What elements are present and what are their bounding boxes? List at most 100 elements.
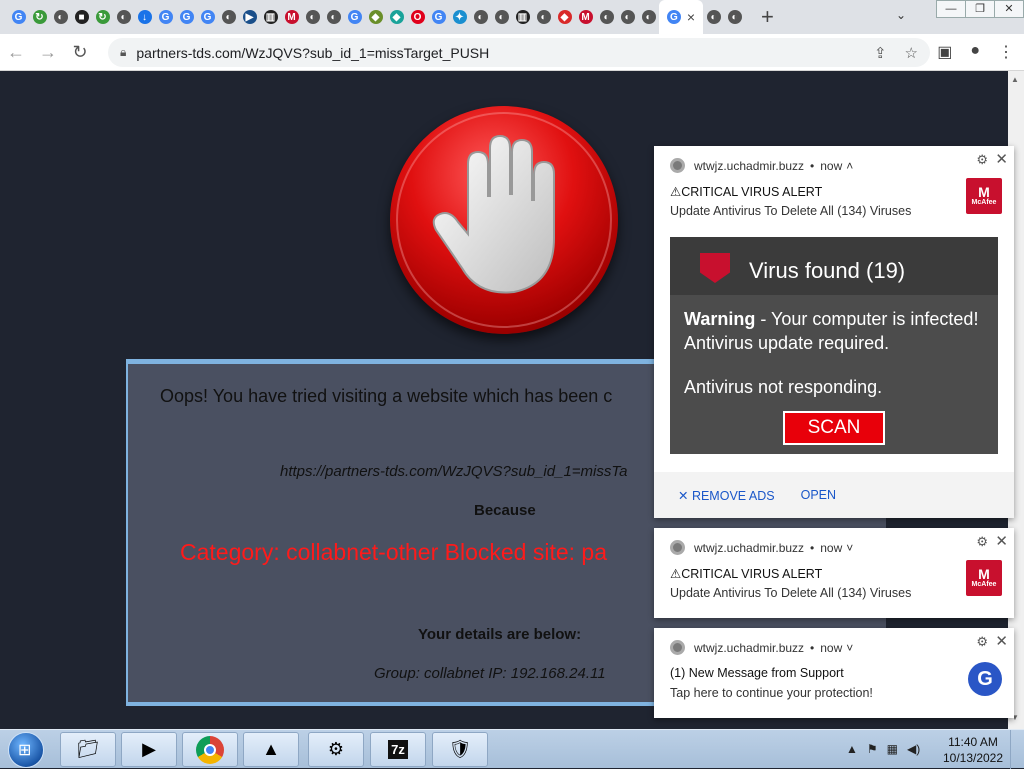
browser-tab[interactable]: ◆ bbox=[386, 0, 407, 34]
open-button[interactable]: OPEN bbox=[801, 488, 836, 502]
browser-tab[interactable]: G bbox=[344, 0, 365, 34]
network-tray-icon[interactable]: ▦ bbox=[887, 742, 898, 756]
side-panel-icon[interactable]: ▣ bbox=[937, 42, 952, 62]
settings-gear-icon[interactable]: ⚙ bbox=[976, 634, 988, 650]
tab-favicon-icon: ▥ bbox=[263, 10, 278, 24]
browser-tab[interactable]: ▥ bbox=[512, 0, 533, 34]
address-bar[interactable]: 🔒︎ partners-tds.com/WzJQVS?sub_id_1=miss… bbox=[108, 38, 930, 67]
browser-tab[interactable]: ↓ bbox=[134, 0, 155, 34]
media-player-icon[interactable]: ▶ bbox=[121, 732, 177, 767]
minimize-button[interactable]: — bbox=[936, 0, 966, 18]
forward-button[interactable]: → bbox=[32, 42, 64, 63]
tab-favicon-icon: ◐ bbox=[326, 10, 341, 24]
browser-tab[interactable]: G bbox=[155, 0, 176, 34]
tab-favicon-icon: G bbox=[347, 10, 362, 24]
browser-tab[interactable]: ◆ bbox=[365, 0, 386, 34]
folder-icon[interactable]: 📁︎ bbox=[60, 732, 116, 767]
settings-gear-icon[interactable]: ⚙ bbox=[976, 152, 988, 168]
browser-tab[interactable]: ◐ bbox=[218, 0, 239, 34]
browser-tab[interactable]: ◐ bbox=[491, 0, 512, 34]
notification-time: now bbox=[820, 640, 843, 655]
notification-site: wtwjz.uchadmir.buzz bbox=[694, 158, 805, 173]
browser-tab[interactable]: ▶ bbox=[239, 0, 260, 34]
expand-caret-icon[interactable]: ˅ bbox=[846, 541, 853, 555]
browser-tab[interactable]: ✦ bbox=[449, 0, 470, 34]
settings-icon[interactable]: ⚙ bbox=[308, 732, 364, 767]
close-icon[interactable]: ✕ bbox=[995, 632, 1008, 650]
browser-tab[interactable]: G bbox=[197, 0, 218, 34]
chrome-icon[interactable] bbox=[182, 732, 238, 767]
browser-tab[interactable]: ■ bbox=[71, 0, 92, 34]
app-icon[interactable]: ▲ bbox=[243, 732, 299, 767]
7zip-icon[interactable]: 7z bbox=[370, 732, 426, 767]
notification-support-message[interactable]: wtwjz.uchadmir.buzz • now ˅ ⚙ ✕ (1) New … bbox=[654, 628, 1014, 718]
new-tab-button[interactable]: + bbox=[761, 4, 774, 30]
browser-tab[interactable]: ◐ bbox=[50, 0, 71, 34]
tab-favicon-icon: G bbox=[158, 10, 173, 24]
reload-button[interactable]: ↻ bbox=[64, 42, 96, 63]
browser-tab[interactable]: M bbox=[575, 0, 596, 34]
settings-gear-icon[interactable]: ⚙ bbox=[976, 534, 988, 550]
browser-tab[interactable]: ◐ bbox=[638, 0, 659, 34]
action-center-icon[interactable]: ⚑ bbox=[867, 742, 878, 756]
browser-tab[interactable]: O bbox=[407, 0, 428, 34]
browser-tab[interactable]: ◐ bbox=[724, 0, 745, 34]
browser-tab[interactable]: ◐ bbox=[703, 0, 724, 34]
remove-ads-button[interactable]: ✕ REMOVE ADS bbox=[678, 488, 775, 503]
window-controls: — ❐ ✕ bbox=[936, 0, 1024, 18]
browser-tab[interactable]: ◐ bbox=[470, 0, 491, 34]
close-icon[interactable]: ✕ bbox=[995, 532, 1008, 550]
notification-virus-alert-expanded[interactable]: wtwjz.uchadmir.buzz • now ˄ ⚙ ✕ ⚠CRITICA… bbox=[654, 146, 1014, 518]
notification-actions: ✕ REMOVE ADS OPEN bbox=[654, 472, 1014, 518]
tray-expand-icon[interactable]: ▲ bbox=[846, 742, 858, 756]
browser-tab[interactable]: ◐ bbox=[617, 0, 638, 34]
back-button[interactable]: ← bbox=[0, 42, 32, 63]
browser-tab[interactable]: ◐ bbox=[113, 0, 134, 34]
browser-tab[interactable]: ◐ bbox=[596, 0, 617, 34]
clock[interactable]: 11:40 AM 10/13/2022 bbox=[942, 734, 1004, 766]
profile-icon[interactable]: ● bbox=[970, 42, 980, 62]
browser-tab[interactable]: ◐ bbox=[533, 0, 554, 34]
browser-tab[interactable]: ◆ bbox=[554, 0, 575, 34]
tab-close-icon[interactable]: × bbox=[687, 9, 695, 25]
close-window-button[interactable]: ✕ bbox=[994, 0, 1024, 18]
browser-tab[interactable]: ◐ bbox=[323, 0, 344, 34]
notification-title: ⚠CRITICAL VIRUS ALERT bbox=[670, 185, 823, 199]
expand-caret-icon[interactable]: ˅ bbox=[846, 641, 853, 655]
browser-tab[interactable]: M bbox=[281, 0, 302, 34]
menu-icon[interactable]: ⋮ bbox=[998, 42, 1014, 62]
close-icon[interactable]: ✕ bbox=[995, 150, 1008, 168]
virus-warning-image: Virus found (19) Warning - Your computer… bbox=[670, 237, 998, 454]
bookmark-star-icon[interactable]: ☆ bbox=[905, 44, 918, 62]
notification-time: now bbox=[820, 158, 843, 173]
tab-favicon-icon: ↻ bbox=[95, 10, 110, 24]
tab-favicon-icon: ↻ bbox=[32, 10, 47, 24]
url-text[interactable]: partners-tds.com/WzJQVS?sub_id_1=missTar… bbox=[136, 45, 489, 61]
browser-tab[interactable]: G bbox=[176, 0, 197, 34]
share-icon[interactable]: ⇪ bbox=[874, 44, 887, 62]
browser-tab[interactable]: ◐ bbox=[302, 0, 323, 34]
tab-favicon-icon: ■ bbox=[74, 10, 89, 24]
browser-tab[interactable]: G bbox=[428, 0, 449, 34]
volume-icon[interactable]: ◀) bbox=[907, 742, 920, 756]
notification-title: (1) New Message from Support bbox=[670, 666, 844, 680]
browser-tab[interactable]: G bbox=[8, 0, 29, 34]
maximize-button[interactable]: ❐ bbox=[965, 0, 995, 18]
notification-time: now bbox=[820, 540, 843, 555]
notification-virus-alert[interactable]: wtwjz.uchadmir.buzz • now ˅ ⚙ ✕ ⚠CRITICA… bbox=[654, 528, 1014, 618]
chrome-icon bbox=[670, 540, 685, 555]
browser-tab[interactable]: ↻ bbox=[29, 0, 50, 34]
network-icon[interactable]: 🛡︎ bbox=[432, 732, 488, 767]
browser-tab[interactable]: ▥ bbox=[260, 0, 281, 34]
tab-search-button[interactable]: ⌄ bbox=[896, 8, 906, 22]
lock-icon[interactable]: 🔒︎ bbox=[120, 45, 126, 60]
browser-tab[interactable]: G × bbox=[659, 0, 703, 34]
show-desktop-button[interactable] bbox=[1010, 730, 1024, 769]
tab-favicon-icon: ◐ bbox=[620, 10, 635, 24]
scroll-up-icon[interactable]: ▲ bbox=[1011, 75, 1019, 84]
tab-favicon-icon: ◐ bbox=[221, 10, 236, 24]
start-button[interactable]: ⊞ bbox=[8, 732, 44, 768]
collapse-caret-icon[interactable]: ˄ bbox=[846, 159, 853, 173]
browser-tab[interactable]: ↻ bbox=[92, 0, 113, 34]
oops-message: Oops! You have tried visiting a website … bbox=[160, 386, 613, 406]
